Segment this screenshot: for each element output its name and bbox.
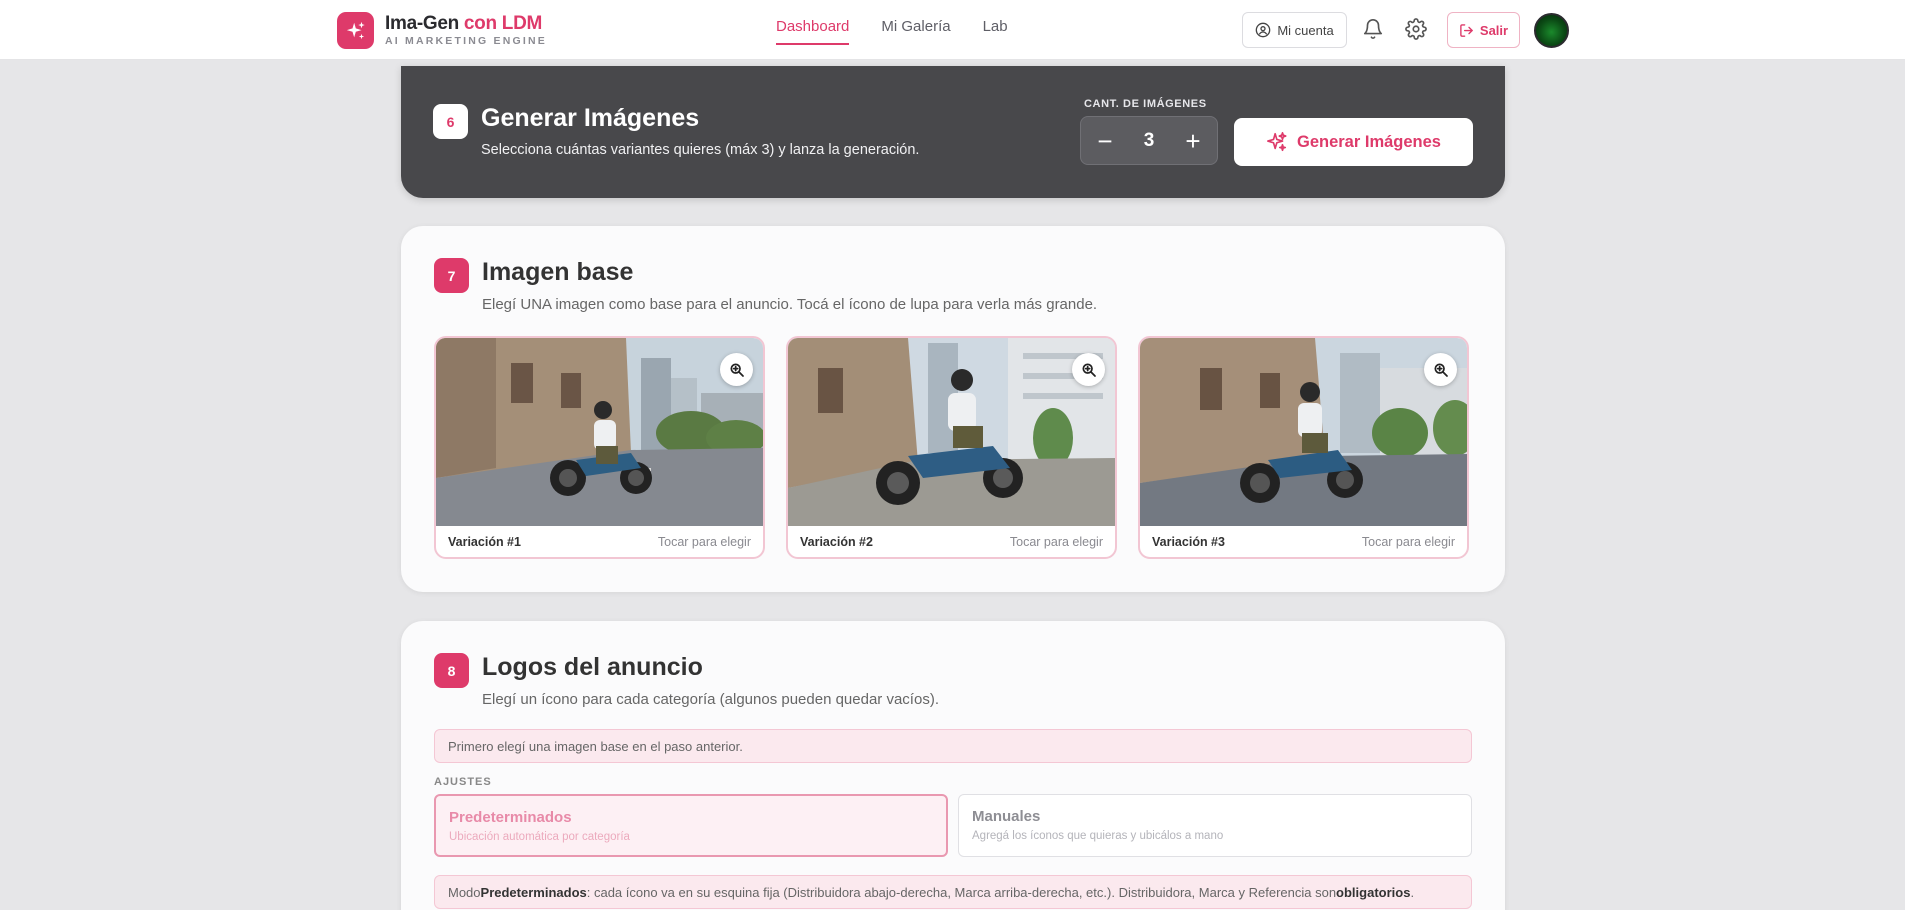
quantity-label: CANT. DE IMÁGENES	[1084, 98, 1207, 110]
mode-description: Ubicación automática por categoría	[449, 831, 630, 843]
zoom-in-icon[interactable]	[1072, 353, 1105, 386]
select-base-first-notice: Primero elegí una imagen base en el paso…	[434, 729, 1472, 763]
user-circle-icon	[1255, 22, 1271, 38]
bell-icon[interactable]	[1362, 18, 1384, 45]
top-nav-bar: Ima-Gen con LDM AI MARKETING ENGINE Dash…	[0, 0, 1905, 60]
sparkles-logo-icon	[337, 12, 374, 49]
step-7-badge: 7	[434, 258, 469, 293]
logos-subtitle: Elegí un ícono para cada categoría (algu…	[482, 691, 939, 708]
ad-logos-card: 8 Logos del anuncio Elegí un ícono para …	[401, 621, 1505, 910]
variation-name: Variación #2	[800, 534, 873, 549]
variation-image-1[interactable]	[436, 338, 763, 526]
nav-mi-galeria[interactable]: Mi Galería	[881, 18, 950, 45]
step-6-badge: 6	[433, 104, 468, 139]
base-image-subtitle: Elegí UNA imagen como base para el anunc…	[482, 296, 1098, 313]
quantity-stepper: − 3 +	[1080, 116, 1218, 165]
mode-manuales[interactable]: Manuales Agregá los íconos que quieras y…	[958, 794, 1472, 857]
sparkles-icon	[1267, 132, 1287, 152]
brand[interactable]: Ima-Gen con LDM AI MARKETING ENGINE	[337, 12, 547, 49]
generate-button-label: Generar Imágenes	[1297, 132, 1441, 151]
variation-image-3[interactable]	[1140, 338, 1467, 526]
mode-title: Predeterminados	[449, 809, 572, 826]
variations-grid: Variación #1 Tocar para elegir Variación…	[434, 336, 1490, 559]
variation-name: Variación #1	[448, 534, 521, 549]
zoom-in-icon[interactable]	[1424, 353, 1457, 386]
generate-images-panel: 6 Generar Imágenes Selecciona cuántas va…	[401, 66, 1505, 198]
variation-card-2[interactable]: Variación #2 Tocar para elegir	[786, 336, 1117, 559]
variation-card-1[interactable]: Variación #1 Tocar para elegir	[434, 336, 765, 559]
mode-info-notice: Modo Predeterminados: cada ícono va en s…	[434, 875, 1472, 909]
variation-hint: Tocar para elegir	[1361, 534, 1455, 549]
zoom-in-icon[interactable]	[720, 353, 753, 386]
variation-image-2[interactable]	[788, 338, 1115, 526]
generate-images-button[interactable]: Generar Imágenes	[1234, 118, 1473, 166]
variation-hint: Tocar para elegir	[657, 534, 751, 549]
variation-name: Variación #3	[1152, 534, 1225, 549]
base-image-title: Imagen base	[482, 258, 634, 286]
base-image-card: 7 Imagen base Elegí UNA imagen como base…	[401, 226, 1505, 592]
quantity-value[interactable]: 3	[1144, 130, 1155, 152]
brand-title: Ima-Gen con LDM	[385, 13, 543, 34]
step-8-badge: 8	[434, 653, 469, 688]
nav-dashboard[interactable]: Dashboard	[776, 18, 850, 45]
decrement-button[interactable]: −	[1093, 128, 1117, 154]
nav-lab[interactable]: Lab	[983, 18, 1008, 45]
generate-subtitle: Selecciona cuántas variantes quieres (má…	[481, 142, 920, 158]
brand-subtitle: AI MARKETING ENGINE	[385, 35, 547, 47]
account-label: Mi cuenta	[1277, 22, 1334, 38]
avatar[interactable]	[1534, 13, 1569, 48]
mode-title: Manuales	[972, 808, 1041, 825]
logout-button[interactable]: Salir	[1447, 12, 1520, 48]
mode-description: Agregá los íconos que quieras y ubicálos…	[972, 830, 1224, 842]
variation-card-3[interactable]: Variación #3 Tocar para elegir	[1138, 336, 1469, 559]
increment-button[interactable]: +	[1181, 128, 1205, 154]
logout-label: Salir	[1479, 22, 1509, 38]
logout-icon	[1460, 23, 1473, 37]
logos-title: Logos del anuncio	[482, 653, 703, 681]
variation-hint: Tocar para elegir	[1009, 534, 1103, 549]
mode-predeterminados[interactable]: Predeterminados Ubicación automática por…	[434, 794, 948, 857]
account-button[interactable]: Mi cuenta	[1242, 12, 1347, 48]
settings-label: AJUSTES	[434, 776, 492, 788]
main-nav: Dashboard Mi Galería Lab	[776, 18, 1040, 45]
generate-title: Generar Imágenes	[481, 104, 700, 132]
gear-icon[interactable]	[1405, 18, 1427, 45]
